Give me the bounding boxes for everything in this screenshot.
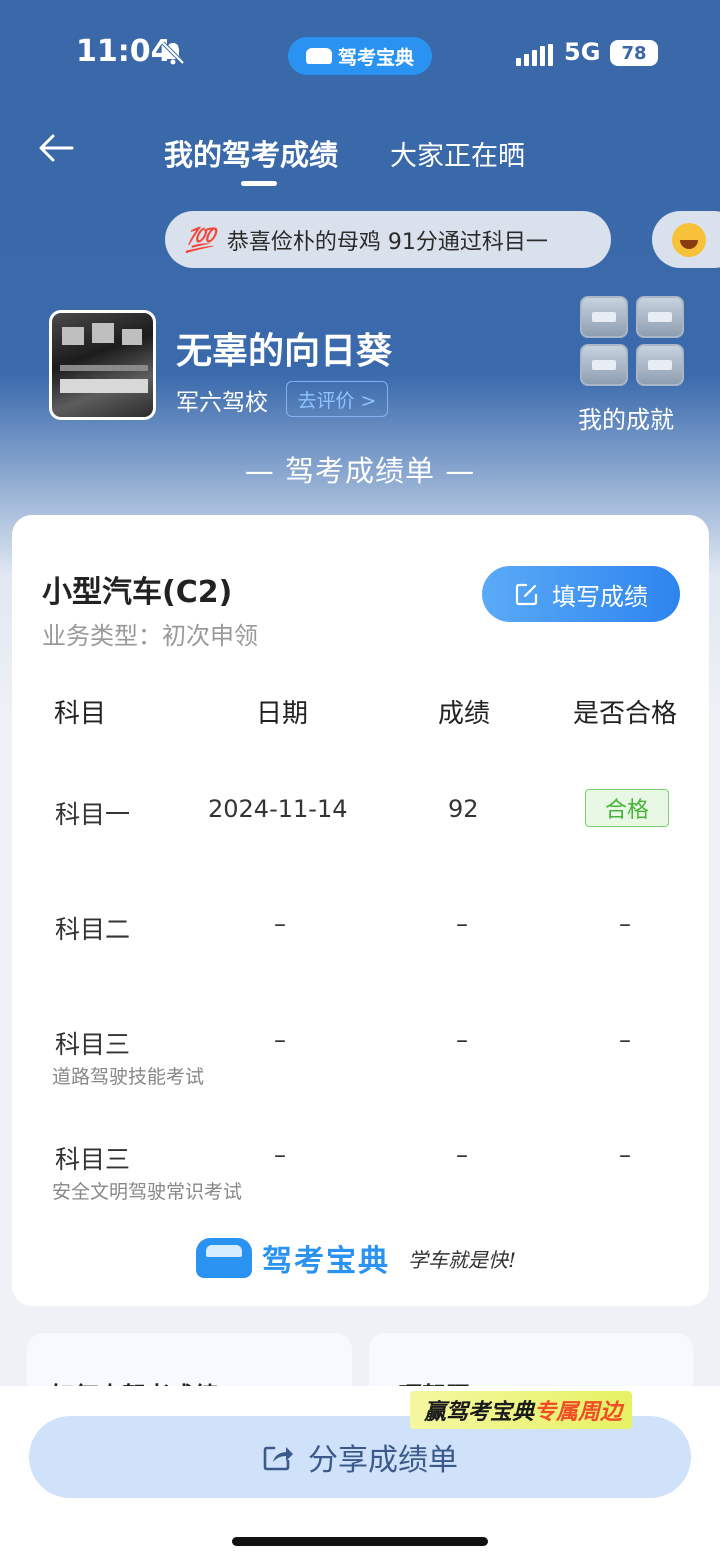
row-subject: 科目一 — [55, 800, 131, 829]
tab-my-scores[interactable]: 我的驾考成绩 — [164, 132, 338, 174]
mute-bell-icon — [161, 41, 185, 65]
pass-badge: 合格 — [585, 789, 669, 827]
brand-name: 驾考宝典 — [262, 1244, 390, 1279]
badge-icon — [580, 344, 628, 386]
marquee-text: 恭喜俭朴的母鸡 91分通过科目一 — [226, 229, 548, 255]
car-type: 小型汽车(C2) — [42, 575, 233, 610]
row-score: 92 — [448, 795, 479, 823]
car-logo-icon — [196, 1238, 252, 1278]
share-icon — [263, 1446, 293, 1471]
row-result: – — [619, 1026, 631, 1054]
header-score: 成绩 — [438, 699, 491, 729]
row-date: 2024-11-14 — [208, 795, 348, 823]
username: 无辜的向日葵 — [176, 331, 393, 372]
driving-school: 军六驾校 — [176, 390, 268, 416]
badge-icon — [580, 296, 628, 338]
battery-indicator: 78 — [610, 40, 658, 66]
row-subject-note: 安全文明驾驶常识考试 — [52, 1181, 243, 1203]
brand-slogan: 学车就是快! — [408, 1247, 517, 1272]
app-return-pill[interactable]: 驾考宝典 — [288, 37, 432, 75]
badge-icon — [636, 296, 684, 338]
hundred-points-icon: 💯 — [185, 225, 215, 254]
row-date: – — [274, 910, 286, 938]
score-sheet-title: — 驾考成绩单 — — [244, 454, 476, 488]
signal-icon — [516, 44, 553, 66]
congrats-marquee[interactable]: 💯 恭喜俭朴的母鸡 91分通过科目一 — [165, 211, 611, 268]
fill-score-label: 填写成绩 — [552, 582, 648, 611]
home-indicator — [232, 1537, 488, 1546]
network-label: 5G — [564, 38, 601, 66]
tab-active-indicator — [241, 181, 277, 186]
avatar[interactable] — [49, 310, 156, 420]
row-subject: 科目三 — [55, 1145, 131, 1174]
app-pill-label: 驾考宝典 — [337, 46, 414, 69]
header-date: 日期 — [256, 699, 309, 729]
row-result: – — [619, 910, 631, 938]
row-date: – — [274, 1141, 286, 1169]
marquee-next-item[interactable] — [652, 211, 720, 268]
row-subject: 科目二 — [55, 915, 131, 944]
car-icon — [305, 48, 332, 64]
header-passed: 是否合格 — [573, 699, 678, 729]
status-time: 11:04 — [76, 34, 172, 69]
row-subject: 科目三 — [55, 1030, 131, 1059]
row-result: – — [619, 1141, 631, 1169]
brand-logo: 驾考宝典 学车就是快! — [196, 1236, 516, 1280]
business-type: 业务类型：初次申领 — [42, 622, 258, 650]
edit-icon — [515, 583, 538, 606]
row-score: – — [456, 910, 468, 938]
promo-banner[interactable]: 赢驾考宝典 专属周边 — [410, 1391, 633, 1429]
achievements-label[interactable]: 我的成就 — [578, 400, 674, 435]
row-score: – — [456, 1026, 468, 1054]
badge-icon — [636, 344, 684, 386]
rate-school-button[interactable]: 去评价 > — [286, 381, 388, 417]
smile-emoji-icon — [672, 222, 706, 257]
row-score: – — [456, 1141, 468, 1169]
row-date: – — [274, 1026, 286, 1054]
promo-highlight: 专属周边 — [534, 1400, 623, 1425]
share-score-label: 分享成绩单 — [308, 1443, 458, 1478]
back-arrow-icon[interactable] — [38, 132, 76, 164]
header-subject: 科目 — [54, 699, 107, 729]
tab-everyone-sharing[interactable]: 大家正在晒 — [390, 134, 525, 173]
achievement-badges[interactable] — [580, 296, 684, 386]
row-subject-note: 道路驾驶技能考试 — [52, 1066, 205, 1088]
promo-text: 赢驾考宝典 — [424, 1400, 535, 1425]
fill-score-button[interactable]: 填写成绩 — [482, 566, 680, 622]
